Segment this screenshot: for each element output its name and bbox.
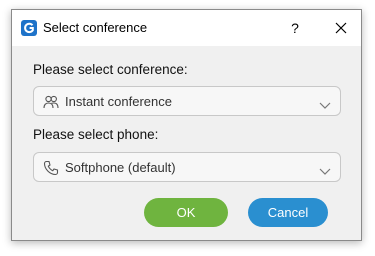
- title-bar[interactable]: Select conference ?: [12, 10, 361, 46]
- close-button[interactable]: [330, 16, 352, 40]
- phone-label: Please select phone:: [33, 127, 159, 142]
- cancel-button[interactable]: Cancel: [248, 198, 328, 227]
- phone-selected-value: Softphone (default): [65, 160, 176, 175]
- conference-selected-value: Instant conference: [65, 94, 172, 109]
- phone-select[interactable]: Softphone (default): [33, 152, 341, 182]
- conference-select[interactable]: Instant conference: [33, 86, 341, 116]
- phone-icon: [43, 160, 59, 176]
- chevron-down-icon: [319, 97, 331, 109]
- conference-label: Please select conference:: [33, 62, 188, 77]
- close-icon: [335, 22, 347, 34]
- app-logo-icon: [21, 20, 37, 36]
- people-icon: [43, 94, 59, 110]
- select-conference-dialog: Select conference ? Please select confer…: [11, 9, 362, 241]
- chevron-down-icon: [319, 163, 331, 175]
- ok-button[interactable]: OK: [144, 198, 228, 227]
- screen: Select conference ? Please select confer…: [0, 0, 375, 256]
- window-title: Select conference: [43, 20, 148, 35]
- help-button[interactable]: ?: [285, 16, 305, 40]
